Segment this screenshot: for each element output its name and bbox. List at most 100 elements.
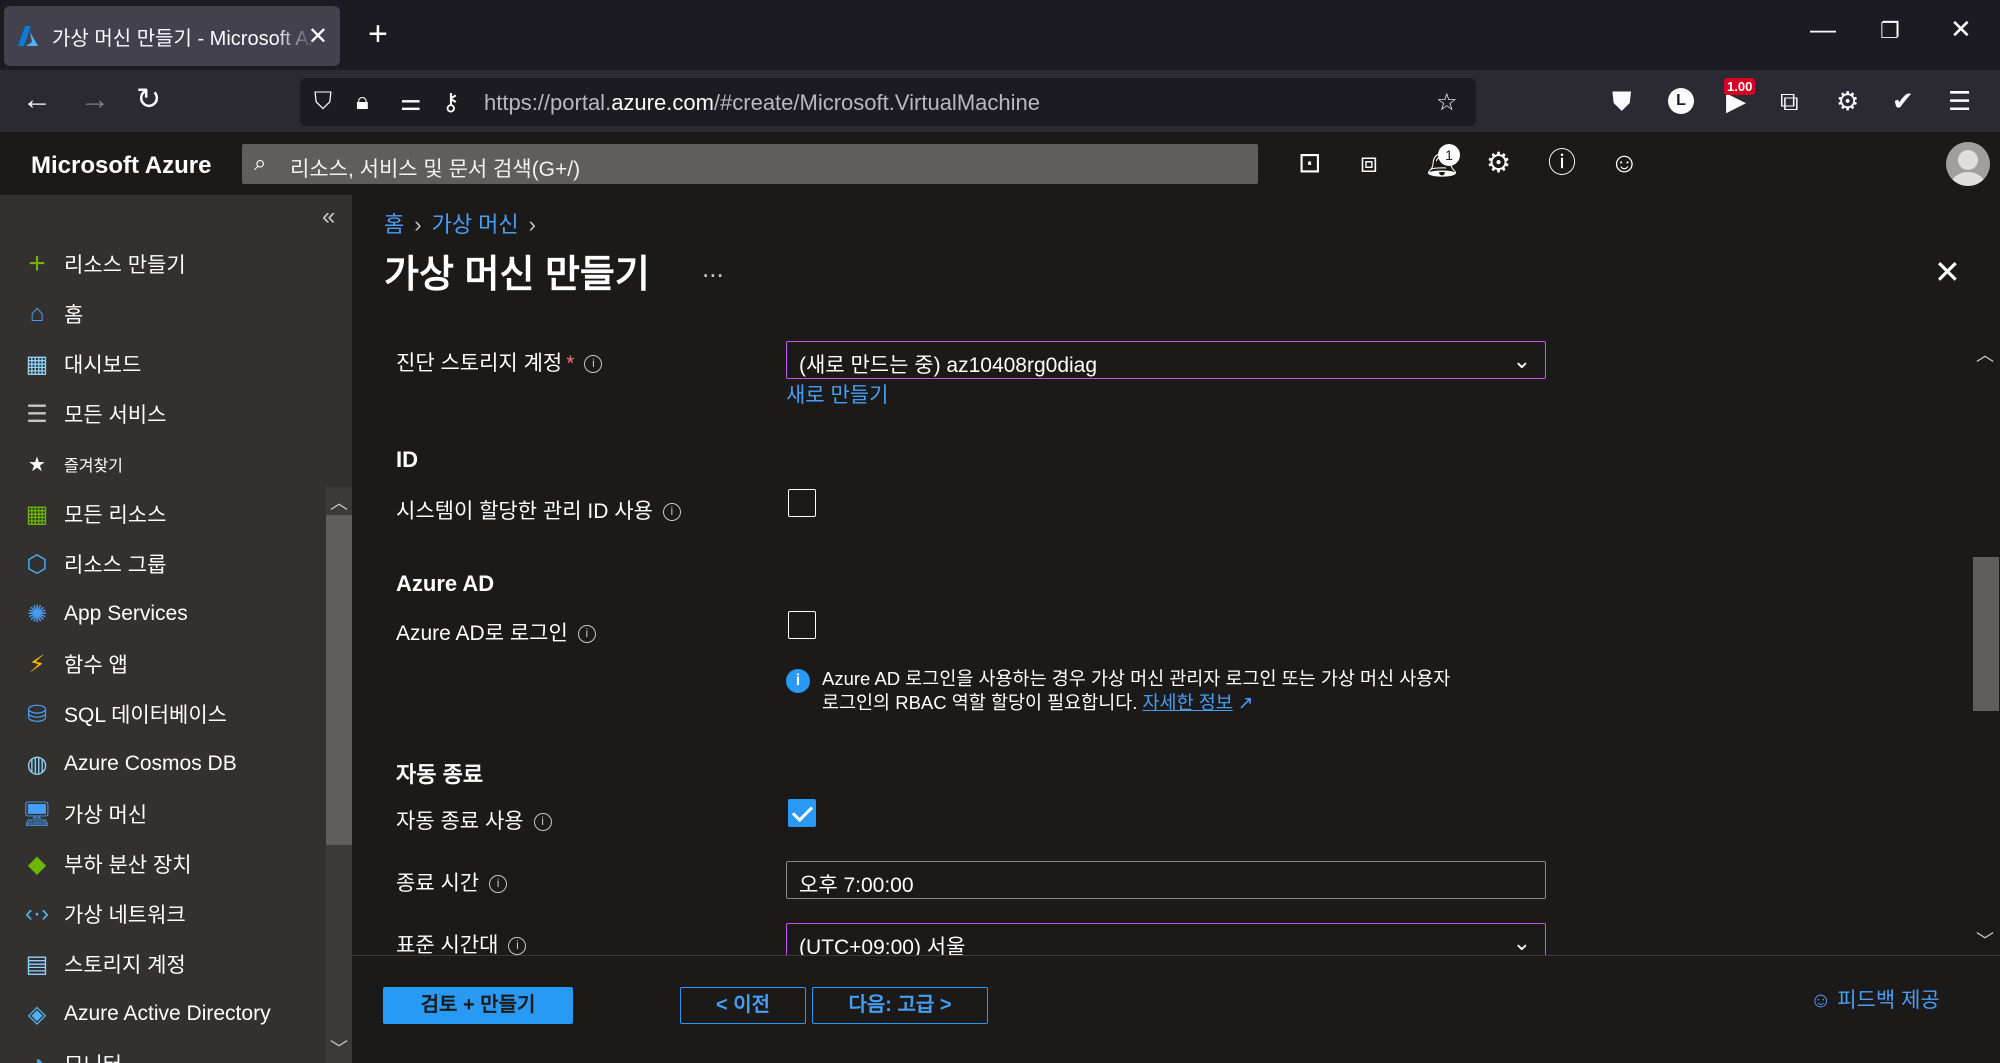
breadcrumb-separator-icon: › xyxy=(528,212,536,237)
sidebar-item-azure-ad[interactable]: ◈ Azure Active Directory xyxy=(0,989,326,1039)
info-icon[interactable]: i xyxy=(489,875,508,894)
previous-button[interactable]: < 이전 xyxy=(680,987,806,1024)
user-avatar[interactable] xyxy=(1946,142,1990,186)
sidebar-item-dashboard[interactable]: ▦ 대시보드 xyxy=(0,339,326,389)
autoshutdown-section-title: 자동 종료 xyxy=(396,762,484,787)
wizard-footer: 검토 + 만들기 < 이전 다음: 고급 > ☺ 피드백 제공 xyxy=(352,955,2000,1063)
breadcrumb-separator-icon: › xyxy=(414,212,422,237)
resource-group-icon: ⬡ xyxy=(26,550,48,578)
sidebar-item-cosmos-db[interactable]: ◍ Azure Cosmos DB xyxy=(0,739,326,789)
create-new-storage-link[interactable]: 새로 만들기 xyxy=(786,379,888,409)
main-scroll-down-icon[interactable]: ﹀ xyxy=(1976,927,1994,953)
diag-storage-dropdown[interactable]: (새로 만드는 중) az10408rg0diag ⌄ xyxy=(786,341,1546,379)
shield-icon[interactable]: ⛉ xyxy=(314,88,332,116)
feedback-icon[interactable]: ☺ xyxy=(1610,148,1639,178)
key-icon[interactable]: ⚷ xyxy=(442,88,460,117)
browser-tab[interactable]: 가상 머신 만들기 - Microsoft Azure ✕ xyxy=(4,6,340,66)
extension-check-icon[interactable]: ✔ xyxy=(1892,86,1914,117)
minimize-icon[interactable]: — xyxy=(1810,14,1836,45)
learn-more-link[interactable]: 자세한 정보 xyxy=(1143,692,1233,713)
profile-avatar[interactable]: L xyxy=(1668,88,1694,114)
grid-icon: ▦ xyxy=(25,500,49,528)
info-icon[interactable]: i xyxy=(533,813,552,832)
more-options-icon[interactable]: ... xyxy=(702,253,724,284)
restore-icon[interactable]: ❐ xyxy=(1880,18,1900,44)
sidebar-item-virtual-networks[interactable]: ‹·› 가상 네트워크 xyxy=(0,889,326,939)
sidebar-item-all-resources[interactable]: ▦ 모든 리소스 xyxy=(0,489,326,539)
feedback-person-icon: ☺ xyxy=(1810,989,1832,1012)
main-scroll-up-icon[interactable]: ︿ xyxy=(1976,341,1994,367)
cloud-shell-icon[interactable]: ⊡ xyxy=(1298,148,1321,178)
give-feedback-button[interactable]: ☺ 피드백 제공 xyxy=(1810,984,1940,1014)
required-marker: * xyxy=(566,352,575,375)
sidebar-scroll-thumb[interactable] xyxy=(326,515,352,845)
info-icon[interactable]: i xyxy=(508,937,527,956)
tab-title: 가상 머신 만들기 - Microsoft Azure xyxy=(52,27,314,50)
review-create-button[interactable]: 검토 + 만들기 xyxy=(383,987,573,1024)
info-icon[interactable]: i xyxy=(584,355,603,374)
screenshot-icon[interactable]: ⧉ xyxy=(1780,86,1799,118)
lock-icon[interactable]: 🔒︎ xyxy=(356,88,369,116)
pocket-icon[interactable]: ⛊ xyxy=(1612,86,1632,118)
aad-info-line2: 로그인의 RBAC 역할 할당이 필요합니다. xyxy=(822,692,1138,713)
sidebar-item-resource-groups[interactable]: ⬡ 리소스 그룹 xyxy=(0,539,326,589)
info-icon[interactable]: i xyxy=(577,625,596,644)
diag-storage-label: 진단 스토리지 계정 * i xyxy=(396,347,603,377)
sidebar-item-sql-databases[interactable]: ⛁ SQL 데이터베이스 xyxy=(0,689,326,739)
bookmark-star-icon[interactable]: ☆ xyxy=(1436,88,1458,117)
sidebar-item-app-services[interactable]: ✺ App Services xyxy=(0,589,326,639)
directory-filter-icon[interactable]: ⧈ xyxy=(1360,148,1378,178)
extension-gear-icon[interactable]: ⚙ xyxy=(1836,86,1859,117)
shutdown-time-input[interactable]: 오후 7:00:00 xyxy=(786,861,1546,899)
close-blade-icon[interactable]: ✕ xyxy=(1934,253,1961,291)
breadcrumb-home[interactable]: 홈 xyxy=(384,212,404,237)
aad-info-line1: Azure AD 로그인을 사용하는 경우 가상 머신 관리자 로그인 또는 가… xyxy=(822,668,1451,689)
url-text[interactable]: https://portal.azure.com/#create/Microso… xyxy=(484,90,1040,116)
close-tab-icon[interactable]: ✕ xyxy=(308,22,328,51)
menu-icon[interactable]: ☰ xyxy=(1948,86,1971,117)
sidebar-item-storage-accounts[interactable]: ▤ 스토리지 계정 xyxy=(0,939,326,989)
load-balancer-icon: ◆ xyxy=(27,850,47,878)
sidebar-item-home[interactable]: ⌂ 홈 xyxy=(0,289,326,339)
main-scroll-thumb[interactable] xyxy=(1973,557,1999,711)
search-icon: ⌕ xyxy=(254,150,267,175)
sidebar-item-all-services[interactable]: ☰ 모든 서비스 xyxy=(0,389,326,439)
forward-icon[interactable]: → xyxy=(80,82,110,118)
info-filled-icon: i xyxy=(786,669,810,693)
autoshutdown-enable-label: 자동 종료 사용 i xyxy=(396,805,552,835)
sidebar-scroll-down-icon[interactable]: ﹀ xyxy=(330,1035,348,1061)
global-search-input[interactable]: ⌕ 리소스, 서비스 및 문서 검색(G+/) xyxy=(242,144,1258,184)
sidebar-item-create-resource[interactable]: + 리소스 만들기 xyxy=(0,239,326,289)
home-icon: ⌂ xyxy=(29,300,45,327)
sidebar-item-monitor[interactable]: ◔ 모니터 xyxy=(0,1039,326,1063)
system-identity-label: 시스템이 할당한 관리 ID 사용 i xyxy=(396,495,681,525)
help-icon[interactable]: ⓘ xyxy=(1548,148,1576,178)
list-icon: ☰ xyxy=(26,400,48,428)
reload-icon[interactable]: ↻ xyxy=(136,82,161,118)
sidebar-scroll-up-icon[interactable]: ︿ xyxy=(330,489,348,515)
aad-icon: ◈ xyxy=(27,1000,47,1028)
sidebar: « + 리소스 만들기 ⌂ 홈 ▦ 대시보드 ☰ 모든 서비스 ★ 즐겨찾기 ▦… xyxy=(0,195,352,1063)
new-tab-icon[interactable]: + xyxy=(368,16,388,52)
aad-login-checkbox[interactable] xyxy=(788,611,816,639)
info-icon[interactable]: i xyxy=(662,503,681,522)
window-close-icon[interactable]: ✕ xyxy=(1950,14,1972,45)
azure-brand[interactable]: Microsoft Azure xyxy=(31,152,211,180)
sidebar-item-function-apps[interactable]: ⚡ 함수 앱 xyxy=(0,639,326,689)
app-services-icon: ✺ xyxy=(26,600,48,628)
autoshutdown-checkbox[interactable] xyxy=(788,799,816,827)
breadcrumb-virtual-machines[interactable]: 가상 머신 xyxy=(432,212,519,237)
identity-section-title: ID xyxy=(396,447,418,472)
system-identity-checkbox[interactable] xyxy=(788,489,816,517)
sidebar-item-load-balancers[interactable]: ◆ 부하 분산 장치 xyxy=(0,839,326,889)
dashboard-icon: ▦ xyxy=(25,350,49,378)
main-content: 홈 › 가상 머신 › 가상 머신 만들기 ... ✕ 진단 스토리지 계정 * i (새… xyxy=(352,195,2000,1063)
sidebar-item-virtual-machines[interactable]: 🖥︎ 가상 머신 xyxy=(0,789,326,839)
chevron-down-icon: ⌄ xyxy=(1512,930,1531,955)
next-advanced-button[interactable]: 다음: 고급 > xyxy=(812,987,988,1024)
settings-gear-icon[interactable]: ⚙ xyxy=(1486,148,1511,178)
collapse-sidebar-icon[interactable]: « xyxy=(322,203,335,231)
back-icon[interactable]: ← xyxy=(22,82,52,118)
permissions-icon[interactable]: ⚌ xyxy=(400,88,422,117)
address-bar[interactable]: ⛉ 🔒︎ ⚌ ⚷ https://portal.azure.com/#creat… xyxy=(300,78,1476,126)
